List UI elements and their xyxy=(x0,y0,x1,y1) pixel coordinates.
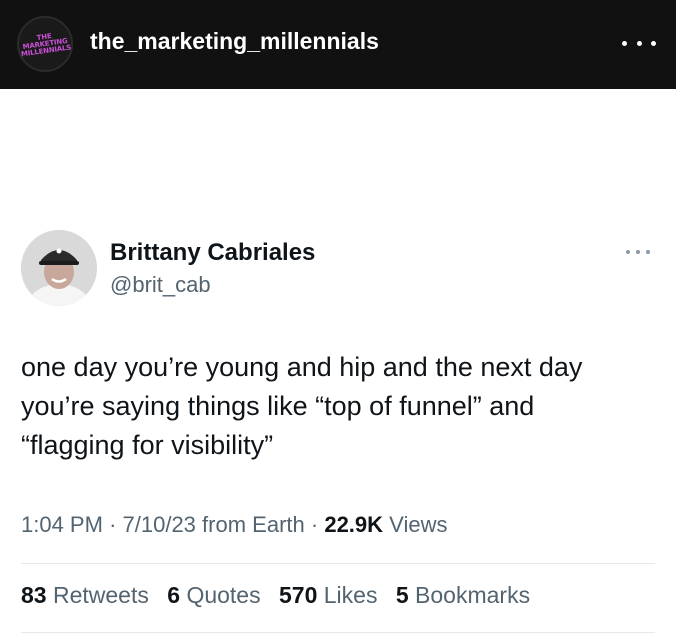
tweet-meta: 1:04 PM · 7/10/23 from Earth · 22.9K Vie… xyxy=(21,512,448,537)
quotes-stat[interactable]: 6 Quotes xyxy=(167,582,260,608)
tweet-date[interactable]: 7/10/23 xyxy=(123,512,196,537)
tweet-stats: 83 Retweets 6 Quotes 570 Likes 5 Bookmar… xyxy=(21,582,542,609)
tweet-text-line: “flagging for visibility” xyxy=(21,430,274,460)
bookmarks-stat[interactable]: 5 Bookmarks xyxy=(396,582,530,608)
retweets-stat[interactable]: 83 Retweets xyxy=(21,582,149,608)
instagram-header: THE MARKETING MILLENNIALS the_marketing_… xyxy=(0,0,676,89)
avatar-logo-text: THE MARKETING MILLENNIALS xyxy=(20,31,72,58)
more-options-icon[interactable] xyxy=(622,28,656,58)
tweet-text-line: you’re saying things like “top of funnel… xyxy=(21,391,535,421)
divider xyxy=(21,563,655,564)
account-username[interactable]: the_marketing_millennials xyxy=(90,28,379,55)
tweet-time[interactable]: 1:04 PM xyxy=(21,512,103,537)
likes-stat[interactable]: 570 Likes xyxy=(279,582,377,608)
tweet-text-line: one day you’re young and hip and the nex… xyxy=(21,352,583,382)
author-avatar[interactable] xyxy=(21,230,97,306)
views-label: Views xyxy=(389,512,448,537)
tweet-source: from Earth xyxy=(202,512,305,537)
views-count: 22.9K xyxy=(324,512,384,537)
author-handle[interactable]: @brit_cab xyxy=(110,272,211,298)
author-name[interactable]: Brittany Cabriales xyxy=(110,239,315,267)
person-photo-icon xyxy=(21,230,97,306)
tweet-more-icon[interactable] xyxy=(626,248,650,256)
divider xyxy=(21,632,655,633)
tweet-text: one day you’re young and hip and the nex… xyxy=(21,348,651,465)
account-avatar[interactable]: THE MARKETING MILLENNIALS xyxy=(17,16,73,72)
